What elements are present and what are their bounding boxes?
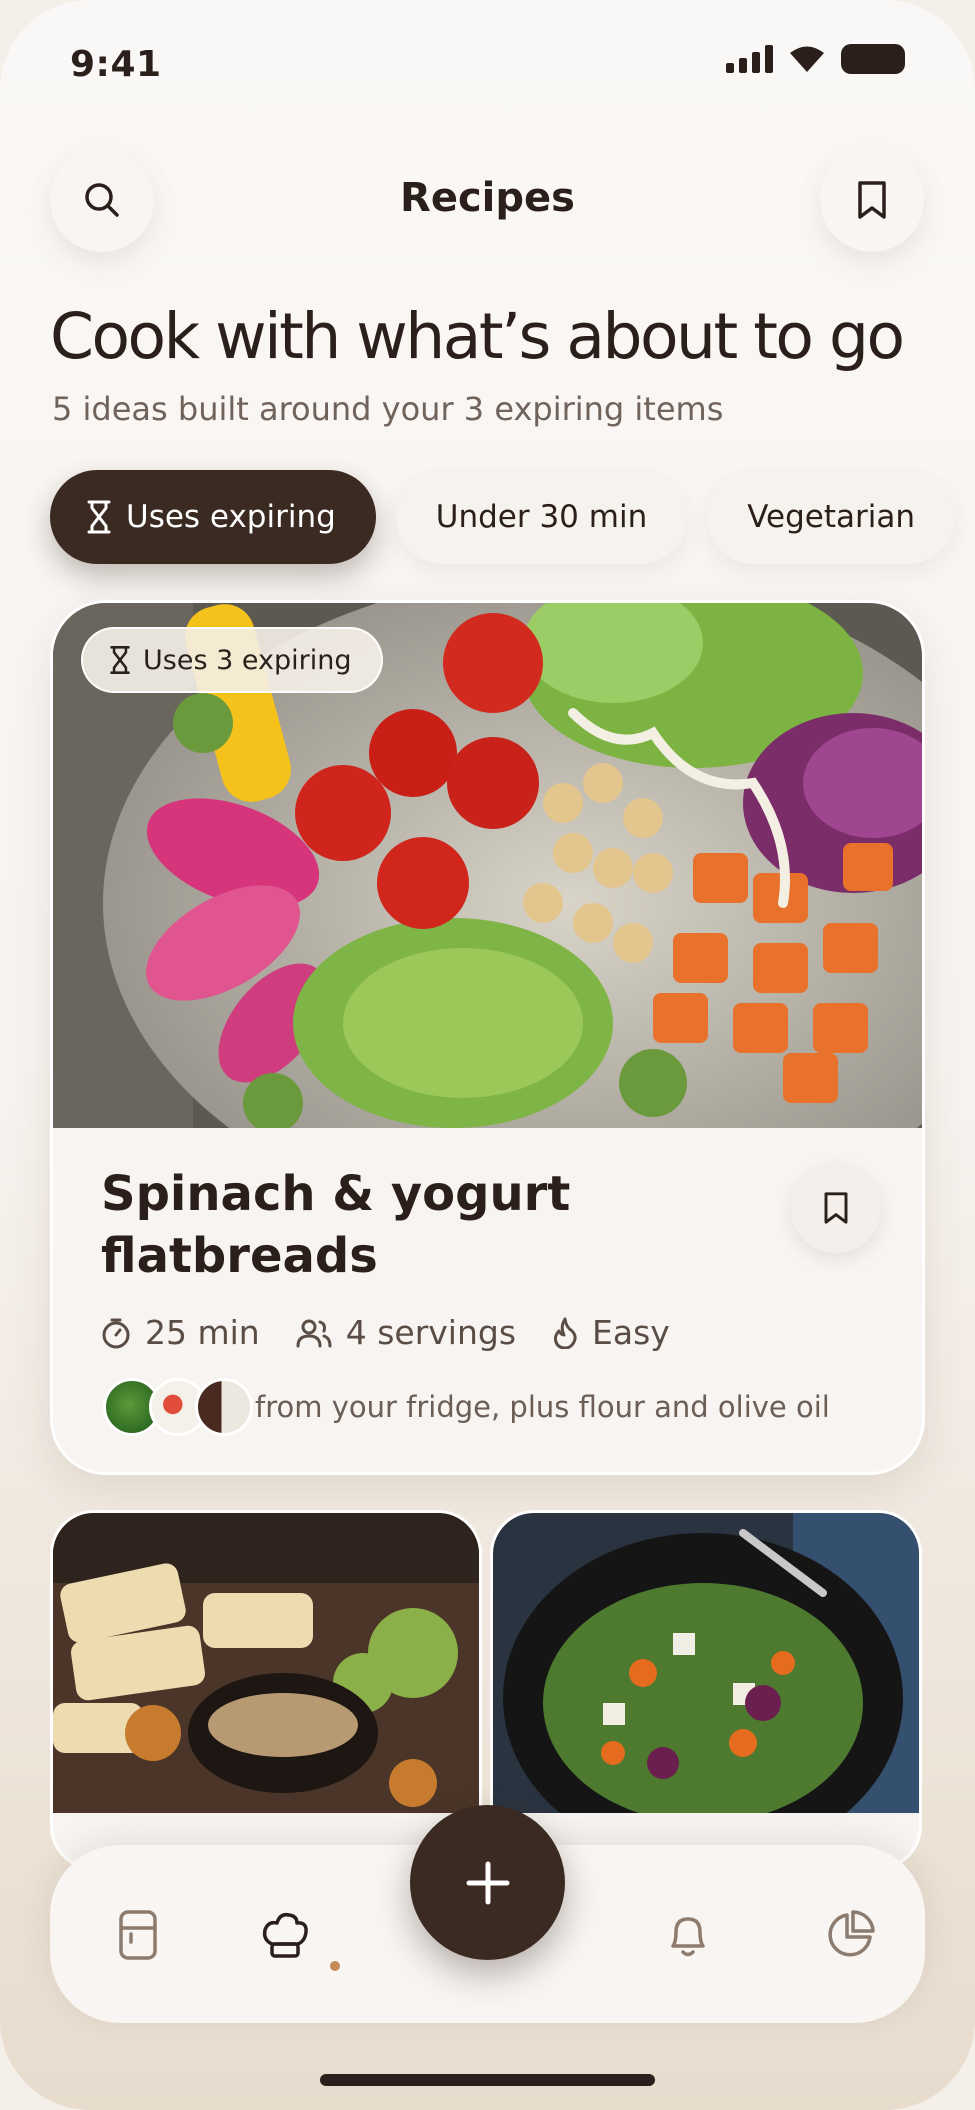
tab-insights[interactable] [815, 1900, 885, 1970]
yogurt-avatar [195, 1378, 253, 1436]
recipe-meta: 25 min 4 servings Easy [101, 1313, 670, 1352]
fridge-icon [119, 1910, 157, 1960]
chip-label: Under 30 min [435, 499, 648, 535]
filter-chips: Uses expiring Under 30 min Vegetarian [50, 470, 955, 564]
recipe-title: Spinach & yogurt flatbreads [101, 1166, 571, 1284]
recipe-photo: Uses 3 expiring [53, 603, 922, 1128]
bookmark-icon [858, 181, 886, 219]
status-icons [726, 44, 905, 74]
people-icon [296, 1319, 332, 1347]
tab-notifications[interactable] [653, 1900, 723, 1970]
meta-difficulty-label: Easy [592, 1313, 670, 1352]
bookmark-icon [824, 1192, 848, 1224]
recipe-card-greek-salad[interactable] [490, 1510, 922, 1870]
saved-recipes-button[interactable] [820, 148, 924, 252]
featured-recipe-card[interactable]: Uses 3 expiring Spinach & yogurt flatbre… [50, 600, 925, 1475]
flame-icon [553, 1317, 577, 1349]
ingredient-avatars [103, 1378, 253, 1436]
pie-chart-icon [828, 1910, 875, 1957]
meta-time-label: 25 min [145, 1313, 260, 1352]
add-item-button[interactable] [410, 1805, 565, 1960]
bell-icon [671, 1917, 705, 1957]
expiring-badge: Uses 3 expiring [81, 627, 384, 693]
chip-vegetarian[interactable]: Vegetarian [707, 470, 955, 564]
timer-icon [102, 1318, 130, 1348]
home-indicator[interactable] [320, 2074, 655, 2086]
subheadline: 5 ideas built around your 3 expiring ite… [52, 390, 724, 428]
recipe-photo [53, 1513, 479, 1813]
phone-screen: 9:41 Recipes Cook with what’s about to g… [0, 0, 975, 2110]
chip-uses-expiring[interactable]: Uses expiring [50, 470, 376, 564]
active-tab-indicator [330, 1961, 340, 1971]
save-recipe-button[interactable] [791, 1163, 881, 1253]
chef-hat-icon [262, 1912, 308, 1958]
badge-label: Uses 3 expiring [143, 644, 352, 676]
tab-recipes[interactable] [250, 1900, 320, 1970]
chip-under-30-min[interactable]: Under 30 min [395, 470, 688, 564]
meta-servings-label: 4 servings [345, 1313, 517, 1352]
chip-label: Vegetarian [747, 499, 915, 535]
recipe-photo [493, 1513, 919, 1863]
chip-label: Uses expiring [126, 499, 336, 535]
add-icon [466, 1861, 509, 1904]
tab-fridge[interactable] [103, 1900, 173, 1970]
status-time: 9:41 [70, 44, 162, 85]
hourglass-icon [110, 646, 130, 674]
headline: Cook with what’s about to go [50, 300, 905, 373]
signal-icon [726, 45, 773, 73]
hourglass-icon [87, 500, 111, 534]
fridge-ingredients: from your fridge, plus flour and olive o… [103, 1378, 830, 1436]
recipe-card-halloumi[interactable] [50, 1510, 482, 1870]
meta-servings: 4 servings [296, 1313, 516, 1352]
meta-time: 25 min [101, 1313, 260, 1352]
wifi-icon [790, 46, 824, 72]
battery-icon [841, 44, 905, 74]
meta-difficulty: Easy [552, 1313, 670, 1352]
fridge-note: from your fridge, plus flour and olive o… [255, 1390, 830, 1424]
